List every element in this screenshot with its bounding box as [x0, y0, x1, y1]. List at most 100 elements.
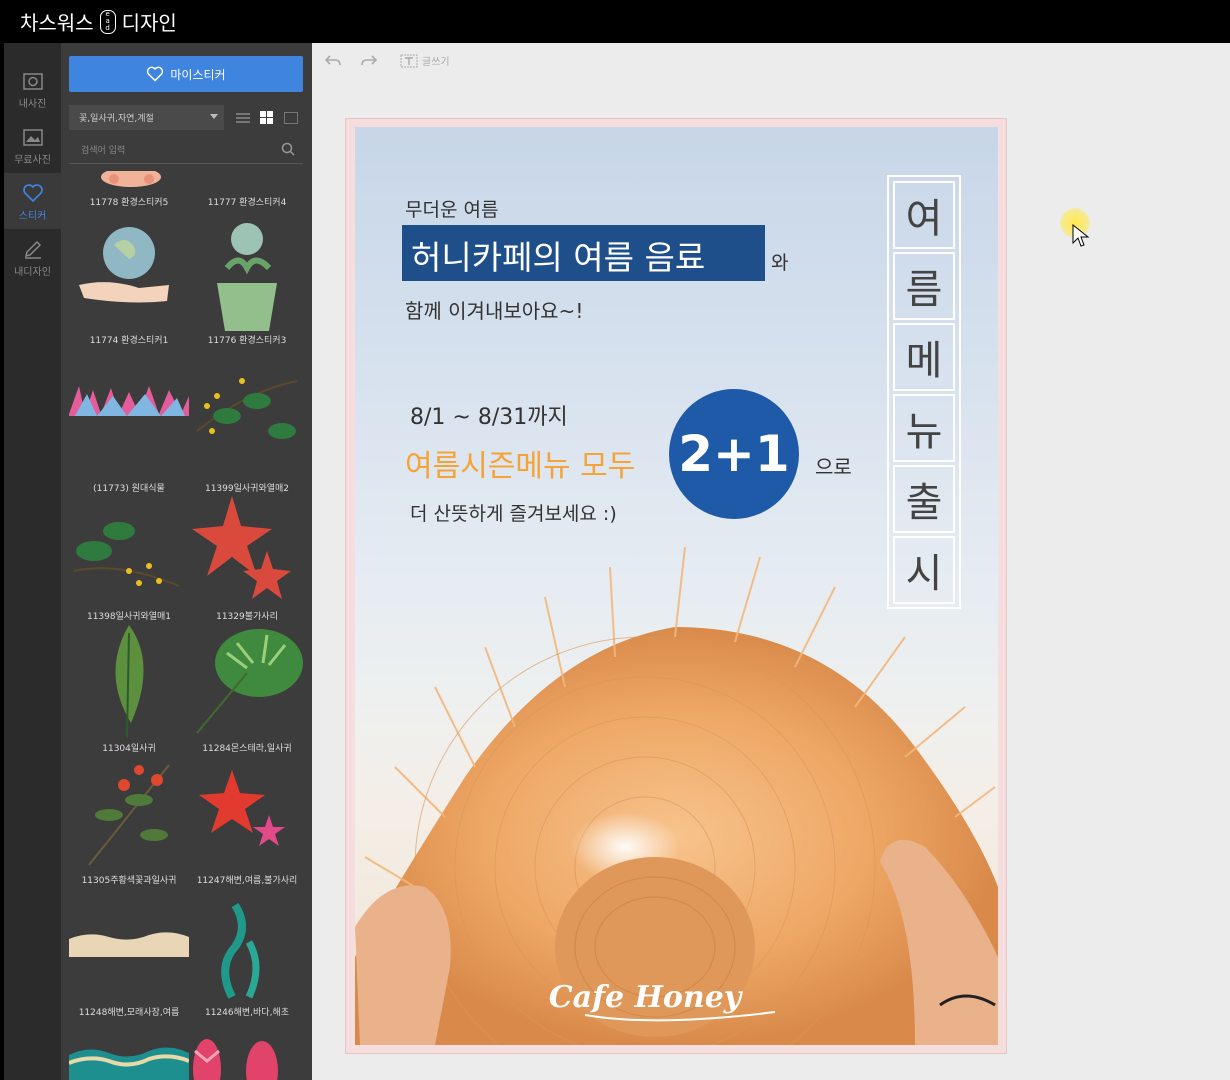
poster-menu-all: 여름시즌메뉴 모두 — [405, 449, 636, 484]
poster-wa: 와 — [771, 252, 789, 274]
heart-icon — [147, 66, 164, 82]
sticker-label: 11246해변,바다,해초 — [204, 1008, 290, 1018]
search-icon[interactable] — [281, 142, 295, 156]
sticker-item[interactable]: (11773) 원대식물 — [69, 361, 189, 495]
waves-sticker-icon — [68, 1031, 190, 1080]
undo-button[interactable] — [324, 53, 342, 67]
poster-period: 8/1 ~ 8/31까지 — [410, 405, 568, 430]
sticker-label: 11304일사귀 — [102, 744, 156, 754]
filter-row: 꽃,일사귀,자연,계절 — [69, 105, 303, 130]
sticker-item[interactable]: 11399일사귀와열매2 — [187, 361, 307, 495]
redo-button[interactable] — [360, 53, 378, 67]
sticker-label: 11398일사귀와열매1 — [86, 612, 172, 622]
sticker-item[interactable]: 11284몬스테라,일사귀 — [187, 623, 307, 755]
poster-enjoy: 더 산뜻하게 즐겨보세요 :) — [410, 503, 617, 525]
list-view-icon[interactable] — [236, 112, 251, 124]
text-icon — [400, 54, 418, 67]
app-title-right: 디자인 — [121, 11, 177, 35]
heart-icon — [22, 183, 43, 202]
promo-badge-text: 2+1 — [678, 425, 790, 483]
app-title: 차스워스 ead 디자인 — [20, 7, 177, 36]
branch-berries-sticker-icon — [69, 491, 189, 611]
promo-badge: 2+1 — [669, 389, 799, 519]
category-select[interactable]: 꽃,일사귀,자연,계절 — [69, 105, 224, 130]
earth-pot-sticker-icon — [187, 223, 307, 335]
poster-canvas[interactable]: Cafe Honey 무더운 여름 허니카페의 여름 음료 와 함께 이겨내보아… — [355, 127, 998, 1045]
sticker-item[interactable]: 11248해변,모래사장,여름 — [69, 887, 189, 1019]
branch-berries-sticker-icon — [187, 361, 307, 483]
sticker-item[interactable]: 11777 환경스티커4 — [187, 171, 307, 209]
nav-my-photos-label: 내사진 — [18, 98, 47, 110]
add-text-button[interactable]: 글쓰기 — [400, 53, 450, 68]
sticker-label: 11248해변,모래사장,여름 — [78, 1008, 180, 1018]
undo-icon — [324, 55, 341, 66]
sticker-label: 11247해변,여름,불가사리 — [196, 876, 298, 886]
mouse-cursor-icon — [1072, 224, 1090, 247]
monstera-sticker-icon — [187, 623, 307, 743]
grid-view-icon[interactable] — [260, 111, 274, 124]
vertical-char: 여 — [893, 181, 955, 249]
flip-flops-sticker-icon — [187, 1031, 307, 1080]
poster-line-1: 무더운 여름 — [405, 199, 499, 221]
sticker-search-input[interactable]: 검색어 입력 — [69, 136, 303, 164]
sticker-label: 11776 환경스티커3 — [207, 336, 287, 346]
sticker-item[interactable]: 11304일사귀 — [69, 623, 189, 755]
chevron-down-icon — [210, 114, 218, 119]
sticker-label: 11774 환경스티커1 — [89, 336, 169, 346]
sticker-label: 11329불가사리 — [216, 612, 278, 622]
sand-sticker-icon — [69, 887, 189, 1007]
app-logo-icon: ead — [99, 9, 116, 34]
sticker-panel: 마이스티커 꽃,일사귀,자연,계절 검색어 입력 11778 환경스티커5 11… — [61, 43, 312, 1080]
nav-my-designs-label: 내디자인 — [14, 266, 51, 278]
poster-highlight-text: 허니카페의 여름 음료 — [411, 238, 706, 277]
sticker-label: 11778 환경스티커5 — [89, 198, 169, 208]
sticker-item[interactable]: 11246해변,바다,해초 — [187, 887, 307, 1019]
leaves-border-sticker-icon — [69, 361, 189, 483]
large-view-icon[interactable] — [283, 111, 298, 124]
orange-flower-sticker-icon — [69, 755, 189, 875]
earth-hand-sticker-icon — [69, 223, 189, 335]
vertical-char: 출 — [893, 465, 955, 533]
brand-logo-text: Cafe Honey — [549, 980, 744, 1015]
nav-free-photos[interactable]: 무료사진 — [4, 117, 61, 173]
my-sticker-button[interactable]: 마이스티커 — [69, 56, 303, 92]
nav-my-designs[interactable]: 내디자인 — [4, 229, 61, 285]
flowers-sticker-icon — [69, 167, 189, 197]
poster-euro: 으로 — [815, 455, 852, 479]
sticker-label: 11305주황색꽃과일사귀 — [81, 876, 177, 886]
add-text-label: 글쓰기 — [422, 57, 450, 68]
sticker-label: 11777 환경스티커4 — [207, 198, 287, 208]
vertical-char: 름 — [893, 252, 955, 320]
vertical-char: 메 — [893, 323, 955, 391]
editor-toolbar: 글쓰기 — [312, 43, 1230, 81]
sticker-label: 11284몬스테라,일사귀 — [202, 744, 292, 754]
sticker-item[interactable]: 11778 환경스티커5 — [69, 167, 189, 209]
vertical-char: 시 — [893, 536, 955, 604]
camera-icon — [22, 72, 43, 90]
sticker-item[interactable] — [187, 1031, 307, 1080]
sticker-item[interactable]: 11329불가사리 — [187, 491, 307, 623]
left-icon-bar: 내사진 무료사진 스티커 내디자인 — [4, 43, 61, 1080]
flowers-sticker-icon — [187, 171, 307, 197]
nav-free-photos-label: 무료사진 — [14, 154, 51, 166]
app-title-left: 차스워스 — [20, 11, 94, 35]
sticker-item[interactable]: 11247해변,여름,불가사리 — [187, 755, 307, 887]
vertical-title-box: 여 름 메 뉴 출 시 — [887, 175, 961, 609]
leaf-sticker-icon — [69, 623, 189, 743]
nav-stickers-label: 스티커 — [18, 210, 47, 222]
free-photo-icon — [22, 128, 43, 146]
pencil-icon — [24, 240, 41, 259]
sticker-item[interactable]: 11305주황색꽃과일사귀 — [69, 755, 189, 887]
sticker-item[interactable] — [68, 1031, 190, 1080]
starfish-sticker-icon — [187, 755, 307, 875]
sticker-item[interactable]: 11776 환경스티커3 — [187, 223, 307, 347]
title-bar: 차스워스 ead 디자인 — [0, 0, 1230, 43]
sticker-item[interactable]: 11774 환경스티커1 — [69, 223, 189, 347]
search-placeholder: 검색어 입력 — [81, 146, 126, 156]
view-toggle — [231, 105, 303, 130]
seaweed-sticker-icon — [187, 887, 307, 1007]
nav-stickers[interactable]: 스티커 — [4, 173, 61, 229]
sticker-item[interactable]: 11398일사귀와열매1 — [69, 491, 189, 623]
nav-my-photos[interactable]: 내사진 — [4, 61, 61, 117]
vertical-char: 뉴 — [893, 394, 955, 462]
